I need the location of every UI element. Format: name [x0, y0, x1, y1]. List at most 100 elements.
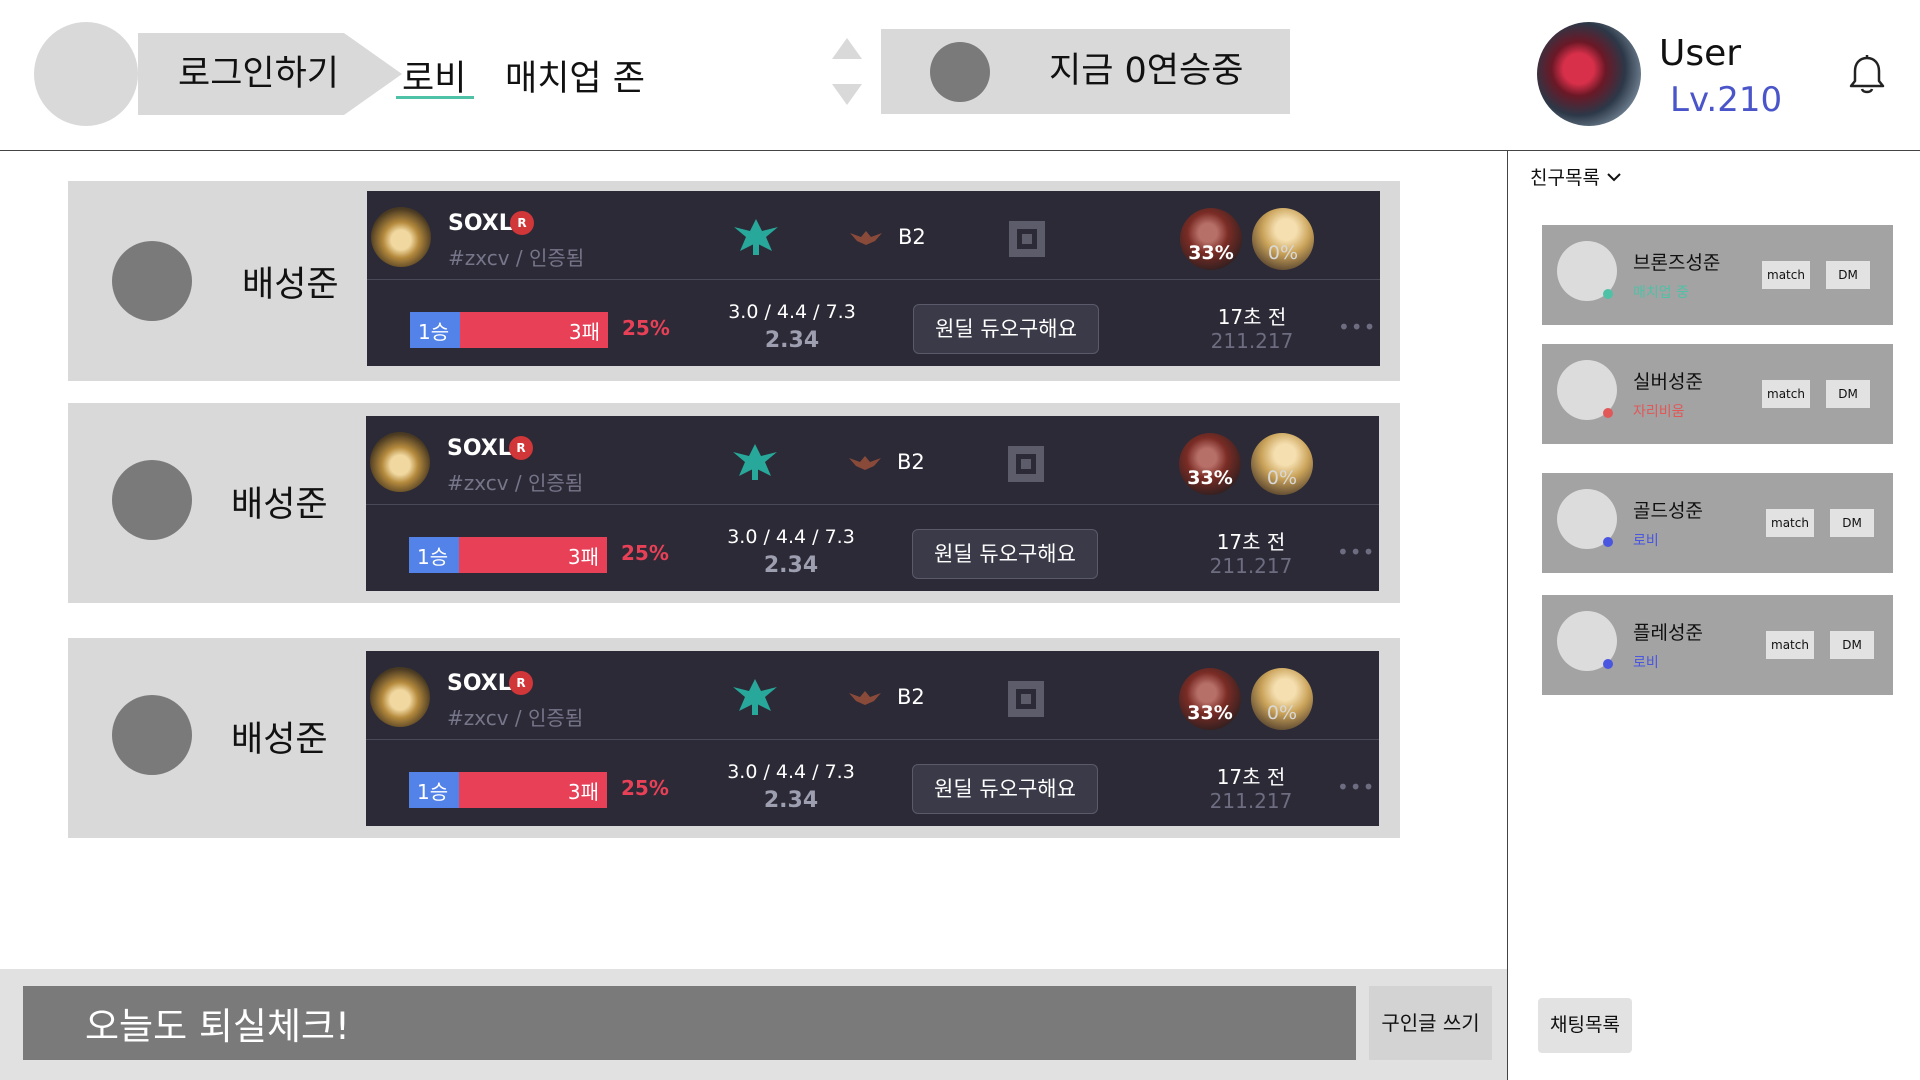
- duo-request-button[interactable]: 원딜 듀오구해요: [912, 764, 1098, 814]
- friend-name: 브론즈성준: [1633, 252, 1721, 274]
- wins-count: 1승: [417, 780, 449, 804]
- friend-item[interactable]: 플레성준 로비 match DM: [1542, 595, 1893, 695]
- bottom-bar: 구인글 쓰기: [0, 969, 1507, 1080]
- tier-text: B2: [898, 225, 926, 249]
- post-time: 17초 전: [1216, 530, 1286, 554]
- champion-1-rate: 33%: [1188, 242, 1234, 264]
- user-avatar[interactable]: [1537, 22, 1641, 126]
- check-in-input[interactable]: [23, 986, 1356, 1060]
- write-post-button[interactable]: 구인글 쓰기: [1369, 986, 1492, 1060]
- nav-tab-lobby[interactable]: 로비: [402, 50, 466, 101]
- player-name: SOXL: [447, 671, 512, 696]
- friend-name: 골드성준: [1633, 500, 1703, 522]
- friend-match-button[interactable]: match: [1766, 631, 1814, 659]
- player-tag: #zxcv / 인증됨: [447, 706, 584, 730]
- riot-verified-icon: R: [509, 671, 533, 695]
- friend-dm-button[interactable]: DM: [1826, 261, 1870, 289]
- status-dot-icon: [1603, 289, 1613, 299]
- friends-sidebar: 친구목록 브론즈성준 매치업 중 match DM 실버성준 자리비움 matc…: [1507, 151, 1920, 1080]
- post-card[interactable]: 배성준 SOXL R #zxcv / 인증됨 B2 33% 0% 1승 3패 2…: [68, 403, 1400, 603]
- friend-dm-button[interactable]: DM: [1826, 380, 1870, 408]
- game-info-top-row: SOXL R #zxcv / 인증됨 B2 33% 0%: [367, 191, 1380, 280]
- active-tab-indicator: [396, 96, 474, 99]
- champion-1-rate: 33%: [1187, 702, 1233, 724]
- more-options-icon[interactable]: •••: [1337, 540, 1375, 564]
- losses-count: 3패: [568, 320, 600, 344]
- chevron-down-icon: [1607, 172, 1621, 181]
- profile-icon: [371, 207, 431, 267]
- friends-list-toggle[interactable]: 친구목록: [1530, 163, 1622, 190]
- kda-stats: 3.0 / 4.4 / 7.3: [727, 761, 855, 783]
- notification-bell-icon[interactable]: [1848, 54, 1886, 96]
- kda-ratio: 2.34: [763, 788, 819, 813]
- wins-count: 1승: [417, 545, 449, 569]
- friend-item[interactable]: 브론즈성준 매치업 중 match DM: [1542, 225, 1893, 325]
- post-author-avatar: [112, 695, 192, 775]
- game-info-top-row: SOXL R #zxcv / 인증됨 B2 33% 0%: [366, 416, 1379, 505]
- post-ip: 211.217: [1210, 329, 1294, 353]
- player-name: SOXL: [448, 211, 513, 236]
- nav-tab-matchup-zone[interactable]: 매치업 존: [505, 50, 645, 101]
- post-card[interactable]: 배성준 SOXL R #zxcv / 인증됨 B2 33% 0% 1승 3패 2…: [68, 638, 1400, 838]
- win-loss-bar: 1승 3패: [409, 537, 607, 573]
- friends-list-label: 친구목록: [1530, 167, 1600, 189]
- riot-verified-icon: R: [510, 211, 534, 235]
- user-name: User: [1659, 33, 1742, 74]
- most-champion-2: 0%: [1252, 208, 1314, 270]
- friend-match-button[interactable]: match: [1766, 509, 1814, 537]
- win-loss-bar: 1승 3패: [410, 312, 608, 348]
- friend-name: 플레성준: [1633, 622, 1703, 644]
- more-options-icon[interactable]: •••: [1337, 775, 1375, 799]
- friend-status: 매치업 중: [1633, 285, 1689, 301]
- post-ip: 211.217: [1209, 554, 1293, 578]
- player-tag: #zxcv / 인증됨: [448, 246, 585, 270]
- profile-icon: [370, 432, 430, 492]
- game-info-bottom-row: 1승 3패 25% 3.0 / 4.4 / 7.3 2.34 원딜 듀오구해요 …: [366, 504, 1379, 591]
- post-author-name: 배성준: [231, 720, 328, 760]
- login-button[interactable]: 로그인하기: [138, 33, 402, 115]
- friend-match-button[interactable]: match: [1762, 380, 1810, 408]
- streak-icon: [930, 42, 990, 102]
- post-author-avatar: [112, 241, 192, 321]
- kda-ratio: 2.34: [763, 553, 819, 578]
- win-loss-bar: 1승 3패: [409, 772, 607, 808]
- chat-list-button[interactable]: 채팅목록: [1538, 998, 1632, 1053]
- player-tag: #zxcv / 인증됨: [447, 471, 584, 495]
- champion-1-rate: 33%: [1187, 467, 1233, 489]
- friend-dm-button[interactable]: DM: [1830, 631, 1874, 659]
- user-level: Lv.210: [1670, 80, 1783, 120]
- post-author-avatar: [112, 460, 192, 540]
- position-emblem-icon: [734, 219, 778, 255]
- game-info-bottom-row: 1승 3패 25% 3.0 / 4.4 / 7.3 2.34 원딜 듀오구해요 …: [366, 739, 1379, 826]
- post-time: 17초 전: [1216, 765, 1286, 789]
- friend-dm-button[interactable]: DM: [1830, 509, 1874, 537]
- post-ip: 211.217: [1209, 789, 1293, 813]
- fill-role-icon: [1008, 446, 1044, 482]
- scroll-down-arrow-icon[interactable]: [832, 84, 862, 105]
- scroll-up-arrow-icon[interactable]: [832, 38, 862, 59]
- game-info-bottom-row: 1승 3패 25% 3.0 / 4.4 / 7.3 2.34 원딜 듀오구해요 …: [367, 279, 1380, 366]
- duo-request-button[interactable]: 원딜 듀오구해요: [913, 304, 1099, 354]
- post-card[interactable]: 배성준 SOXL R #zxcv / 인증됨 B2 33% 0% 1승 3패 2…: [68, 181, 1400, 381]
- position-emblem-icon: [733, 444, 777, 480]
- champion-2-rate: 0%: [1267, 242, 1299, 264]
- most-champion-1: 33%: [1179, 668, 1241, 730]
- login-label: 로그인하기: [178, 54, 340, 94]
- kda-stats: 3.0 / 4.4 / 7.3: [728, 301, 856, 323]
- fill-role-icon: [1008, 681, 1044, 717]
- more-options-icon[interactable]: •••: [1338, 315, 1376, 339]
- friend-item[interactable]: 실버성준 자리비움 match DM: [1542, 344, 1893, 444]
- duo-request-button[interactable]: 원딜 듀오구해요: [912, 529, 1098, 579]
- kda-ratio: 2.34: [764, 328, 820, 353]
- profile-icon: [370, 667, 430, 727]
- top-header: 로그인하기 로비 매치업 존 지금 0연승중 User Lv.210: [0, 0, 1920, 151]
- logo-placeholder[interactable]: [34, 22, 138, 126]
- champion-2-rate: 0%: [1266, 467, 1298, 489]
- game-info-panel: SOXL R #zxcv / 인증됨 B2 33% 0% 1승 3패 25% 3…: [367, 191, 1380, 366]
- friend-match-button[interactable]: match: [1762, 261, 1810, 289]
- friend-item[interactable]: 골드성준 로비 match DM: [1542, 473, 1893, 573]
- tier-text: B2: [897, 450, 925, 474]
- position-emblem-icon: [733, 679, 777, 715]
- post-time: 17초 전: [1217, 305, 1287, 329]
- wins-count: 1승: [418, 320, 450, 344]
